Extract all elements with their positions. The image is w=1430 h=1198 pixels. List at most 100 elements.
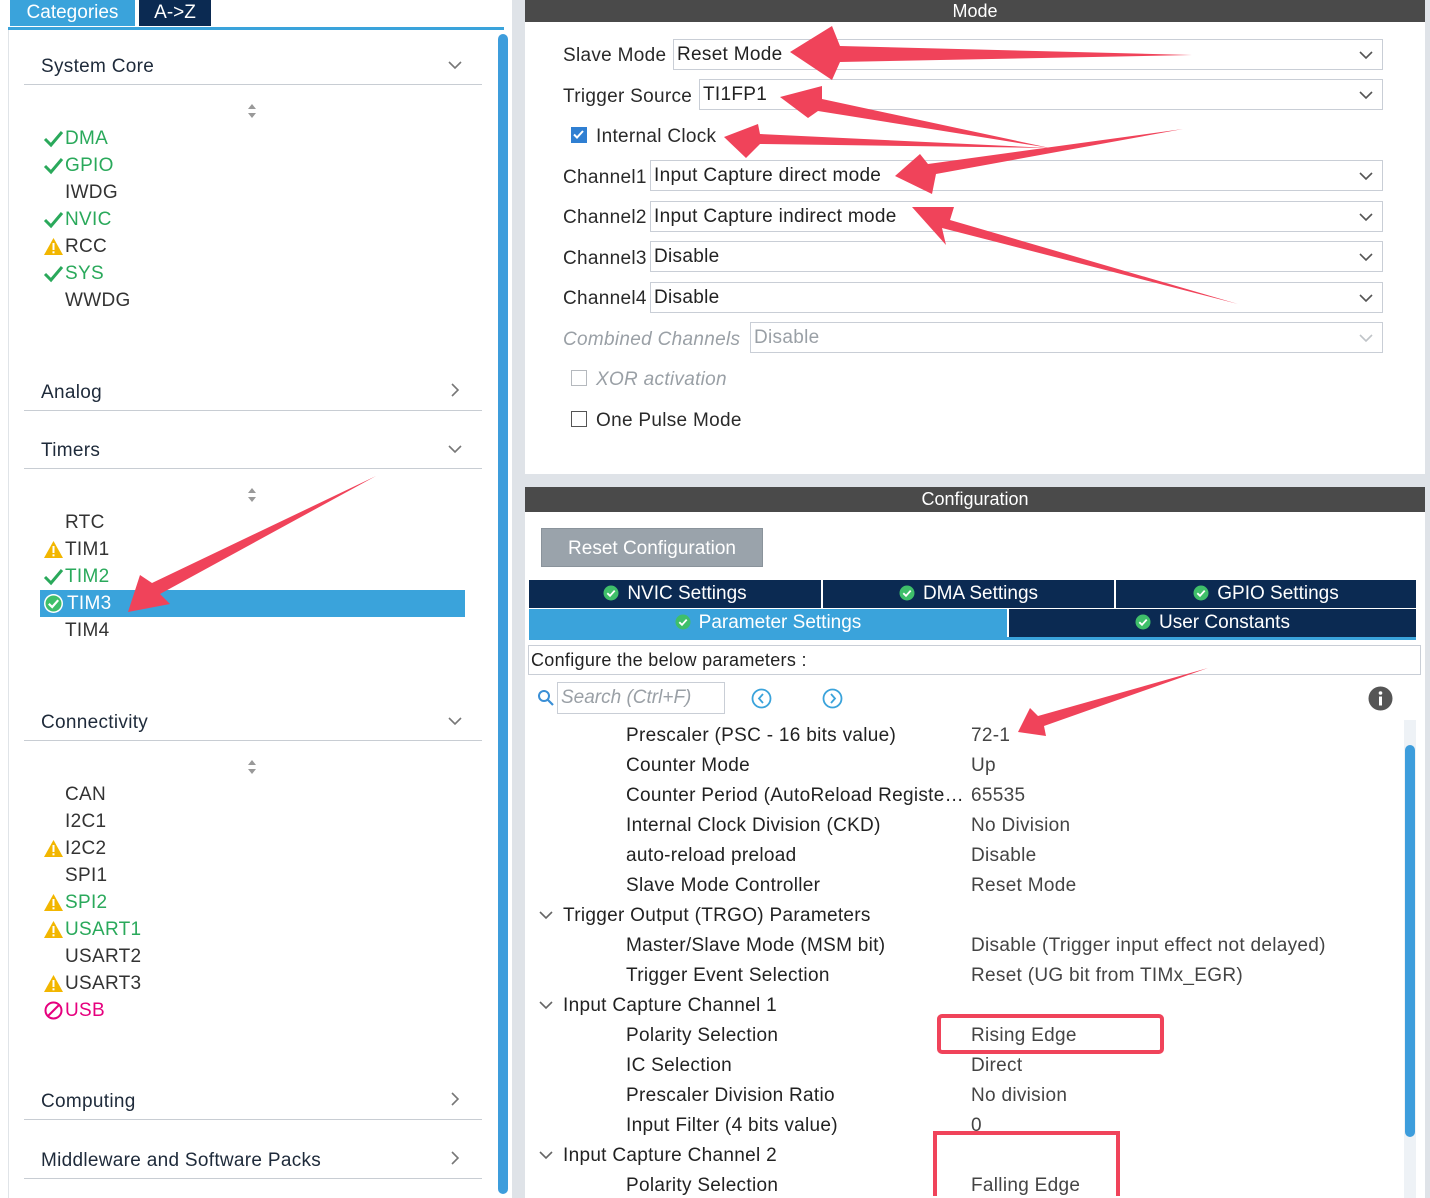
list-item-label: SYS xyxy=(65,263,104,284)
list-item[interactable]: SYS xyxy=(0,260,470,287)
list-item[interactable]: USART2 xyxy=(0,943,470,970)
chevron-right-icon[interactable] xyxy=(446,1090,464,1108)
previous-result-icon[interactable] xyxy=(751,688,772,709)
warning-icon xyxy=(44,975,63,992)
list-item[interactable]: GPIO xyxy=(0,152,470,179)
list-item[interactable]: IWDG xyxy=(0,179,470,206)
list-item[interactable]: USB xyxy=(0,997,470,1024)
list-item[interactable]: RTC xyxy=(0,509,470,536)
tab-gpio-settings[interactable]: GPIO Settings xyxy=(1116,580,1416,608)
list-item-label: IWDG xyxy=(65,182,118,203)
list-item[interactable]: NVIC xyxy=(0,206,470,233)
param-value-ic2-polarity[interactable]: Falling Edge xyxy=(971,1175,1080,1197)
channel2-select[interactable]: Input Capture indirect mode xyxy=(650,201,1383,232)
list-item[interactable]: SPI1 xyxy=(0,862,470,889)
reset-configuration-button[interactable]: Reset Configuration xyxy=(541,528,763,567)
param-value-clock-division[interactable]: No Division xyxy=(971,815,1070,837)
chevron-down-icon[interactable] xyxy=(446,56,464,74)
check-circle-icon xyxy=(899,585,915,601)
divider xyxy=(24,468,482,469)
left-scrollbar[interactable] xyxy=(498,34,508,1194)
tab-nvic-settings[interactable]: NVIC Settings xyxy=(529,580,821,608)
search-icon[interactable] xyxy=(537,689,555,707)
check-icon xyxy=(43,131,64,148)
sort-icon[interactable] xyxy=(246,759,258,775)
param-value-ic1-selection[interactable]: Direct xyxy=(971,1055,1022,1077)
list-item[interactable]: TIM1 xyxy=(0,536,470,563)
chevron-down-icon[interactable] xyxy=(538,998,554,1012)
one-pulse-mode-checkbox[interactable] xyxy=(571,411,587,427)
next-result-icon[interactable] xyxy=(822,688,843,709)
section-analog[interactable]: Analog xyxy=(41,382,102,404)
channel3-select[interactable]: Disable xyxy=(650,241,1383,272)
slave-mode-select[interactable]: Reset Mode xyxy=(673,39,1383,70)
chevron-right-icon[interactable] xyxy=(446,381,464,399)
param-value-prescaler[interactable]: 72-1 xyxy=(971,725,1010,747)
warning-icon xyxy=(44,894,63,911)
chevron-down-icon[interactable] xyxy=(538,908,554,922)
channel3-value: Disable xyxy=(654,246,720,267)
tab-user-constants[interactable]: User Constants xyxy=(1009,609,1416,637)
param-value-trigger-event[interactable]: Reset (UG bit from TIMx_EGR) xyxy=(971,965,1243,987)
chevron-down-icon[interactable] xyxy=(446,440,464,458)
list-item[interactable]: SPI2 xyxy=(0,889,470,916)
warning-icon xyxy=(44,541,63,558)
param-value-msm[interactable]: Disable (Trigger input effect not delaye… xyxy=(971,935,1326,957)
chevron-down-icon[interactable] xyxy=(538,1148,554,1162)
section-timers[interactable]: Timers xyxy=(41,440,100,462)
param-name-counter-period: Counter Period (AutoReload Registe… xyxy=(626,785,964,806)
param-value-slave-mode-controller[interactable]: Reset Mode xyxy=(971,875,1076,897)
check-circle-icon xyxy=(1193,585,1209,601)
tab-parameter-settings[interactable]: Parameter Settings xyxy=(529,609,1007,637)
trigger-source-select[interactable]: TI1FP1 xyxy=(699,79,1383,110)
param-value-counter-mode[interactable]: Up xyxy=(971,755,996,777)
section-connectivity[interactable]: Connectivity xyxy=(41,712,148,734)
chevron-right-icon[interactable] xyxy=(446,1149,464,1167)
chevron-down-icon xyxy=(1359,91,1373,100)
check-circle-icon xyxy=(603,585,619,601)
channel1-select[interactable]: Input Capture direct mode xyxy=(650,160,1383,191)
channel4-select[interactable]: Disable xyxy=(650,282,1383,313)
list-item[interactable]: USART3 xyxy=(0,970,470,997)
internal-clock-checkbox[interactable] xyxy=(571,127,587,143)
channel4-value: Disable xyxy=(654,287,720,308)
chevron-down-icon xyxy=(1359,51,1373,60)
chevron-down-icon[interactable] xyxy=(446,712,464,730)
param-value-ic1-filter[interactable]: 0 xyxy=(971,1115,982,1137)
list-item[interactable]: RCC xyxy=(0,233,470,260)
group-trgo-parameters[interactable]: Trigger Output (TRGO) Parameters xyxy=(563,905,871,927)
list-item[interactable]: DMA xyxy=(0,125,470,152)
list-item[interactable]: WWDG xyxy=(0,287,470,314)
section-system-core[interactable]: System Core xyxy=(41,56,154,78)
divider xyxy=(24,410,482,411)
warning-icon xyxy=(44,921,63,938)
group-input-capture-channel-2[interactable]: Input Capture Channel 2 xyxy=(563,1145,777,1167)
param-name-ic1-prescaler: Prescaler Division Ratio xyxy=(626,1085,835,1106)
search-input[interactable]: Search (Ctrl+F) xyxy=(557,682,725,714)
list-item[interactable]: CAN xyxy=(0,781,470,808)
param-value-counter-period[interactable]: 65535 xyxy=(971,785,1025,807)
param-value-auto-reload[interactable]: Disable xyxy=(971,845,1036,867)
param-name-ic1-polarity: Polarity Selection xyxy=(626,1025,779,1046)
param-value-ic1-prescaler[interactable]: No division xyxy=(971,1085,1067,1107)
section-computing[interactable]: Computing xyxy=(41,1091,136,1113)
info-icon[interactable] xyxy=(1368,686,1393,711)
list-item[interactable]: TIM2 xyxy=(0,563,470,590)
sort-icon[interactable] xyxy=(246,487,258,503)
param-value-ic1-polarity[interactable]: Rising Edge xyxy=(971,1025,1077,1047)
list-item-label: I2C2 xyxy=(65,838,107,859)
sort-icon[interactable] xyxy=(246,103,258,119)
list-item[interactable]: TIM3 xyxy=(0,590,470,617)
list-item[interactable]: USART1 xyxy=(0,916,470,943)
tab-dma-settings[interactable]: DMA Settings xyxy=(823,580,1114,608)
tab-a-to-z[interactable]: A->Z xyxy=(139,0,211,26)
list-item[interactable]: TIM4 xyxy=(0,617,470,644)
list-item-label: RTC xyxy=(65,512,105,533)
list-item-label: TIM2 xyxy=(65,566,110,587)
section-middleware[interactable]: Middleware and Software Packs xyxy=(41,1150,321,1172)
list-item[interactable]: I2C2 xyxy=(0,835,470,862)
list-item[interactable]: I2C1 xyxy=(0,808,470,835)
tab-categories[interactable]: Categories xyxy=(10,0,135,26)
parameters-scrollbar[interactable] xyxy=(1405,745,1415,1137)
group-input-capture-channel-1[interactable]: Input Capture Channel 1 xyxy=(563,995,777,1017)
